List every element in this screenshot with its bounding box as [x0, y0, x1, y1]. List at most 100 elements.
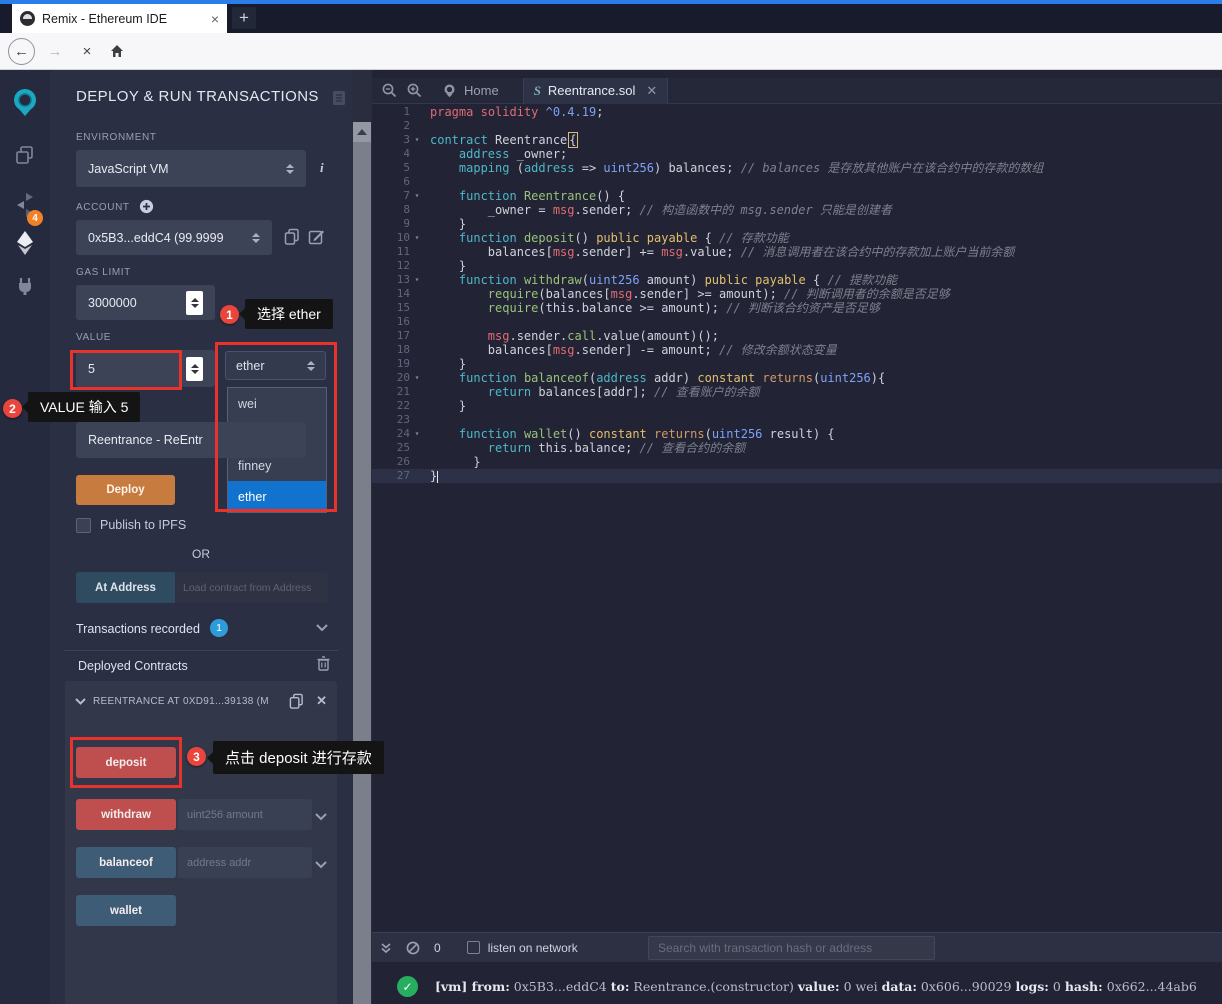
copy-address-icon[interactable]	[289, 693, 304, 709]
code-line-16[interactable]: 16	[372, 315, 1222, 329]
withdraw-button[interactable]: withdraw	[76, 799, 176, 830]
fold-arrow-icon[interactable]: ▾	[410, 371, 424, 385]
chevron-down-icon[interactable]	[315, 808, 327, 826]
fold-arrow-icon[interactable]: ▾	[410, 133, 424, 147]
code-line-4[interactable]: 4 address _owner;	[372, 147, 1222, 161]
unit-option-wei[interactable]: wei	[228, 388, 326, 419]
new-tab-button[interactable]: +	[232, 7, 256, 29]
code-line-14[interactable]: 14 require(balances[msg.sender] >= amoun…	[372, 287, 1222, 301]
code-line-2[interactable]: 2	[372, 119, 1222, 133]
remix-ide-screenshot: Remix - Ethereum IDE × + ← → × remix.eth…	[0, 0, 1222, 1004]
code-line-3[interactable]: 3▾contract Reentrance{	[372, 133, 1222, 147]
edit-account-icon[interactable]	[308, 228, 325, 245]
remove-contract-icon[interactable]: ✕	[316, 693, 327, 709]
chevron-down-icon[interactable]	[315, 856, 327, 874]
tab-home[interactable]: Home	[436, 78, 505, 104]
code-line-12[interactable]: 12 }	[372, 259, 1222, 273]
terminal-search-input[interactable]	[648, 936, 935, 960]
value-input[interactable]: 5	[76, 350, 215, 387]
back-button[interactable]: ←	[8, 38, 35, 65]
code-line-15[interactable]: 15 require(this.balance >= amount); // 判…	[372, 301, 1222, 315]
home-icon[interactable]	[105, 43, 129, 59]
deploy-button[interactable]: Deploy	[76, 475, 175, 505]
tab-reentrance-sol[interactable]: S Reentrance.sol ✕	[523, 78, 669, 104]
fold-arrow-icon[interactable]: ▾	[410, 189, 424, 203]
chevron-down-icon[interactable]	[75, 698, 86, 705]
environment-select[interactable]: JavaScript VM	[76, 150, 306, 187]
fold-arrow-icon[interactable]: ▾	[410, 273, 424, 287]
code-line-11[interactable]: 11 balances[msg.sender] += msg.value; //…	[372, 245, 1222, 259]
code-line-23[interactable]: 23	[372, 413, 1222, 427]
listen-network-checkbox[interactable]	[467, 941, 480, 954]
close-tab-icon[interactable]: ×	[211, 11, 219, 27]
code-line-5[interactable]: 5 mapping (address => uint256) balances;…	[372, 161, 1222, 175]
tx-log-entry[interactable]: [vm] from: 0x5B3...eddC4 to: Reentrance.…	[435, 979, 1197, 994]
stepper-icon[interactable]	[186, 357, 203, 381]
code-line-10[interactable]: 10▾ function deposit() public payable { …	[372, 231, 1222, 245]
code-line-13[interactable]: 13▾ function withdraw(uint256 amount) pu…	[372, 273, 1222, 287]
environment-info-icon[interactable]: i	[320, 160, 324, 176]
expand-terminal-icon[interactable]	[380, 942, 392, 954]
code-text: balances[msg.sender] += msg.value; // 消息…	[424, 245, 1014, 259]
doc-icon[interactable]	[332, 90, 346, 106]
code-editor[interactable]: 1pragma solidity ^0.4.19;23▾contract Ree…	[372, 105, 1222, 483]
fold-arrow-icon[interactable]: ▾	[410, 427, 424, 441]
add-account-icon[interactable]	[139, 199, 154, 214]
publish-ipfs-checkbox[interactable]	[76, 518, 91, 533]
code-text: pragma solidity ^0.4.19;	[424, 105, 603, 119]
code-line-24[interactable]: 24▾ function wallet() constant returns(u…	[372, 427, 1222, 441]
stepper-icon[interactable]	[186, 291, 203, 315]
clear-terminal-icon[interactable]	[406, 941, 420, 955]
at-address-input[interactable]	[175, 572, 328, 603]
account-select[interactable]: 0x5B3...eddC4 (99.9999	[76, 220, 272, 255]
balanceof-arg-input[interactable]	[178, 847, 312, 878]
code-line-18[interactable]: 18 balances[msg.sender] -= amount; // 修改…	[372, 343, 1222, 357]
code-line-9[interactable]: 9 }	[372, 217, 1222, 231]
remix-logo-icon[interactable]	[0, 86, 50, 118]
code-line-27[interactable]: 27}	[372, 469, 1222, 483]
gas-limit-input[interactable]: 3000000	[76, 285, 215, 320]
close-file-icon[interactable]: ✕	[646, 83, 657, 99]
gutter-space	[410, 161, 424, 175]
code-line-26[interactable]: 26 }	[372, 455, 1222, 469]
deploy-run-panel: DEPLOY & RUN TRANSACTIONS ENVIRONMENT Ja…	[50, 70, 352, 1004]
zoom-in-icon[interactable]	[407, 83, 422, 98]
browser-tab[interactable]: Remix - Ethereum IDE ×	[12, 4, 227, 33]
contract-select[interactable]: Reentrance - ReEntr	[76, 422, 306, 458]
unit-select[interactable]: ether	[225, 351, 326, 380]
deploy-run-icon[interactable]	[0, 230, 50, 256]
panel-scrollbar[interactable]	[352, 70, 372, 1004]
scroll-up-icon[interactable]	[353, 122, 371, 142]
trash-icon[interactable]	[317, 656, 330, 671]
balanceof-button[interactable]: balanceof	[76, 847, 176, 878]
wallet-button[interactable]: wallet	[76, 895, 176, 926]
code-line-17[interactable]: 17 msg.sender.call.value(amount)();	[372, 329, 1222, 343]
deployed-contracts-label: Deployed Contracts	[78, 659, 188, 673]
file-explorer-icon[interactable]	[0, 144, 50, 166]
stop-icon[interactable]: ×	[75, 43, 99, 60]
code-line-20[interactable]: 20▾ function balanceof(address addr) con…	[372, 371, 1222, 385]
copy-account-icon[interactable]	[284, 228, 300, 245]
code-line-8[interactable]: 8 _owner = msg.sender; // 构造函数中的 msg.sen…	[372, 203, 1222, 217]
code-line-22[interactable]: 22 }	[372, 399, 1222, 413]
editor-area: Home S Reentrance.sol ✕ 1pragma solidity…	[372, 70, 1222, 1004]
code-line-1[interactable]: 1pragma solidity ^0.4.19;	[372, 105, 1222, 119]
withdraw-arg-input[interactable]	[178, 799, 312, 830]
deposit-button[interactable]: deposit	[76, 747, 176, 778]
chevron-down-icon[interactable]	[316, 624, 328, 632]
code-line-7[interactable]: 7▾ function Reentrance() {	[372, 189, 1222, 203]
zoom-out-icon[interactable]	[382, 83, 397, 98]
code-line-21[interactable]: 21 return balances[addr]; // 查看账户的余额	[372, 385, 1222, 399]
at-address-button[interactable]: At Address	[76, 572, 175, 603]
deployed-contract-header[interactable]: REENTRANCE AT 0XD91...39138 (M ✕	[75, 693, 327, 709]
transactions-recorded-label: Transactions recorded	[76, 622, 200, 636]
solidity-compiler-icon[interactable]	[0, 192, 50, 218]
code-line-25[interactable]: 25 return this.balance; // 查看合约的余额	[372, 441, 1222, 455]
unit-option-ether[interactable]: ether	[228, 481, 326, 512]
code-line-6[interactable]: 6	[372, 175, 1222, 189]
fold-arrow-icon[interactable]: ▾	[410, 231, 424, 245]
gutter-space	[410, 203, 424, 217]
scrollbar-thumb[interactable]	[353, 142, 371, 1004]
code-line-19[interactable]: 19 }	[372, 357, 1222, 371]
plugin-manager-icon[interactable]	[0, 275, 50, 297]
